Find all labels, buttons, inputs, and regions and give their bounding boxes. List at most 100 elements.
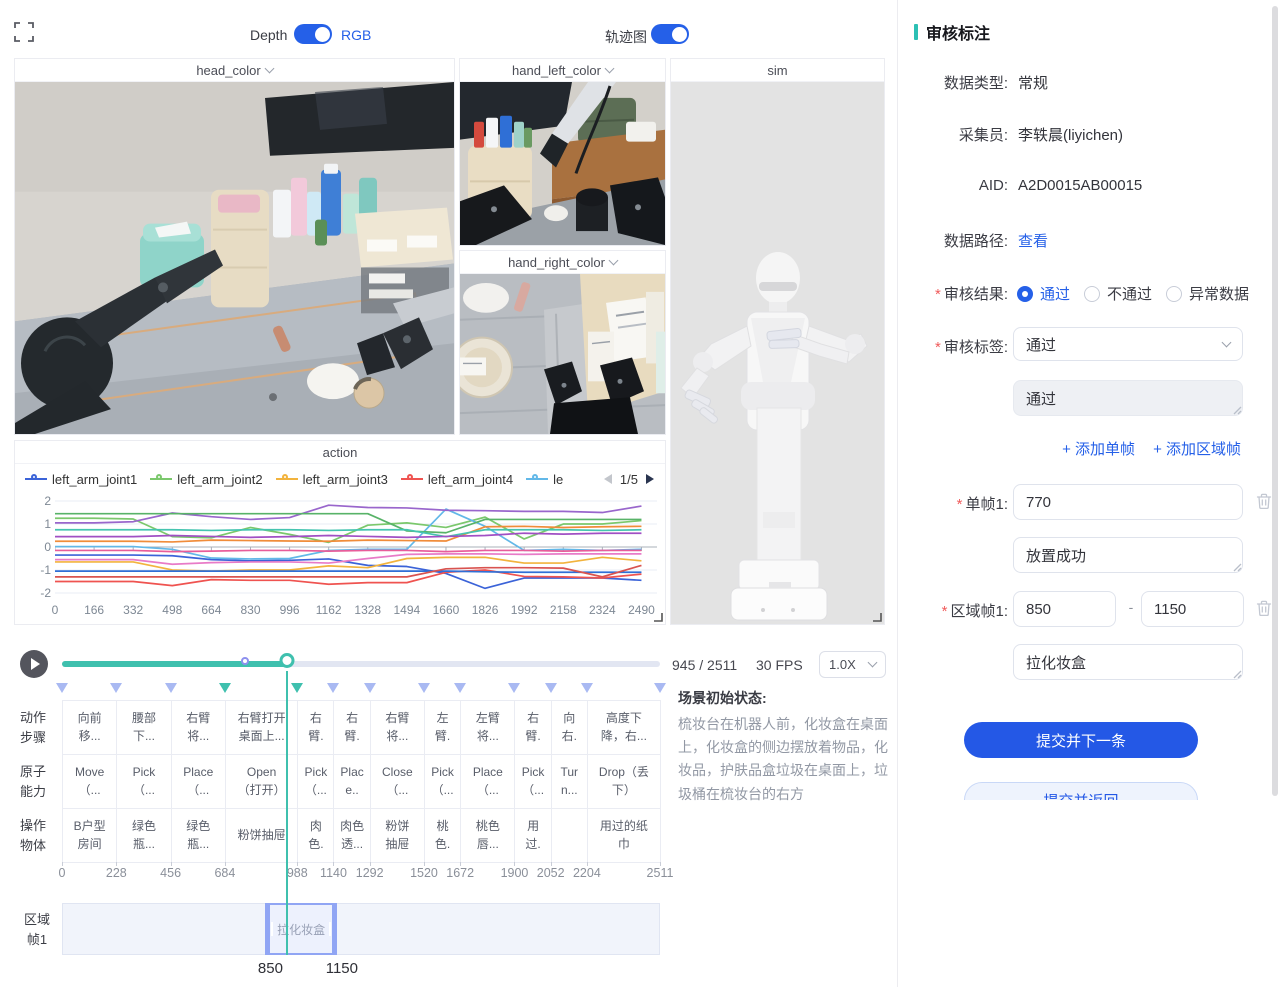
step-marker-triangle[interactable] [56,683,68,693]
chevron-down-icon [608,255,618,265]
result-radio-通过[interactable]: 通过 [1017,283,1070,304]
region-left-grip[interactable] [271,922,273,936]
legend-next-icon[interactable] [645,473,655,485]
axis-tick-label: 988 [287,866,308,880]
toggle-knob [672,27,687,42]
head-camera-header[interactable]: head_color [15,59,454,82]
required-mark: * [935,339,941,356]
step-marker-triangle[interactable] [364,683,376,693]
step-marker-triangle[interactable] [110,683,122,693]
step-cell-skill: Move （... [62,754,117,809]
step-marker-triangle[interactable] [454,683,466,693]
step-cell-action: 右 臂. [333,700,370,755]
hand-left-camera-pane: hand_left_color [459,58,666,246]
scrollbar-thumb[interactable] [1272,6,1278,796]
resize-corner-icon[interactable] [872,612,882,622]
region-end-input[interactable] [1141,591,1244,627]
accent-bar [914,24,918,40]
region-track-label: 区域 帧1 [24,910,50,950]
playback-speed-select[interactable]: 1.0X [819,651,886,678]
timeline-slider-handle[interactable] [280,653,295,668]
region-start-input[interactable] [1013,591,1116,627]
steps-row-label: 动作 步骤 [20,708,46,747]
single-frame-dot-marker[interactable] [241,657,249,665]
legend-item-left_arm_joint4[interactable]: left_arm_joint4 [401,472,513,487]
step-marker-triangle[interactable] [327,683,339,693]
timeline-slider-track[interactable] [62,661,660,667]
data-path-link[interactable]: 查看 [1018,230,1048,251]
single-frame-input[interactable] [1013,484,1243,520]
workspace: Depth RGB 轨迹图 head_color [0,0,897,987]
step-marker-triangle[interactable] [581,683,593,693]
step-marker-triangle[interactable] [418,683,430,693]
data-type-label: 数据类型: [898,72,1008,93]
step-marker-triangle[interactable] [545,683,557,693]
axis-tick-label: 2052 [537,866,565,880]
region-right-grip[interactable] [329,922,331,936]
aid-value: A2D0015AB00015 [1018,177,1142,194]
series-right_arm_joint7 [55,550,641,551]
fps-label: 30 FPS [756,657,803,673]
legend-marker-icon [401,474,423,485]
add-region-frame-link[interactable]: + 添加区域帧 [1153,438,1241,459]
action-chart-pane: action left_arm_joint1left_arm_joint2lef… [14,440,666,625]
step-marker-triangle[interactable] [219,683,231,693]
trash-icon[interactable] [1256,493,1272,510]
legend-prev-icon[interactable] [603,473,613,485]
step-cell-action: 右 臂. [514,700,551,755]
hand-left-camera-header[interactable]: hand_left_color [460,59,665,82]
tag-select[interactable]: 通过 [1013,327,1243,361]
add-frame-links: + 添加单帧 + 添加区域帧 [1062,438,1241,459]
submit-next-button[interactable]: 提交并下一条 [964,722,1198,758]
legend-item-left_arm_joint1[interactable]: left_arm_joint1 [25,472,137,487]
step-marker-triangle[interactable] [654,683,666,693]
legend-pager: 1/5 [603,472,659,487]
step-cell-action: 右 臂. [297,700,334,755]
step-cell-action: 高度下 降，右... [587,700,661,755]
chevron-down-icon [1222,337,1232,347]
axis-tick-label: 2204 [573,866,601,880]
play-button[interactable] [20,650,48,678]
step-marker-triangle[interactable] [291,683,303,693]
add-single-frame-link[interactable]: + 添加单帧 [1062,438,1135,459]
tag-note-textarea[interactable]: 通过 [1013,380,1243,416]
result-radio-group: 通过不通过异常数据 [1017,283,1249,304]
step-cell-object: 桃色 唇... [460,808,515,863]
playhead-line[interactable] [286,671,288,955]
collector-label: 采集员: [898,124,1008,145]
scene-text: 梳妆台在机器人前，化妆盒在桌面上，化妆盒的侧边摆放着物品，化妆品，护肤品盒垃圾在… [678,713,892,806]
action-chart-header: action [15,441,665,464]
result-radio-异常数据[interactable]: 异常数据 [1166,283,1249,304]
region-frame-block[interactable]: 拉化妆盒 [265,903,336,955]
sim-pane: sim [670,58,885,625]
result-radio-不通过[interactable]: 不通过 [1084,283,1152,304]
step-marker-triangle[interactable] [165,683,177,693]
trajectory-toggle[interactable] [651,24,689,44]
depth-label: Depth [250,27,287,43]
steps-table: 向前 移...腰部 下...右臂 将...右臂打开 桌面上...右 臂.右 臂.… [62,700,660,862]
single-frame-note-textarea[interactable]: 放置成功 [1013,537,1243,573]
step-marker-triangle[interactable] [508,683,520,693]
axis-tick-label: 0 [59,866,66,880]
fullscreen-icon[interactable] [14,22,34,42]
timeline-slider-fill [62,661,287,667]
aid-label: AID: [898,177,1008,194]
hand-right-camera-header[interactable]: hand_right_color [460,251,665,274]
legend-item-left_arm_joint2[interactable]: left_arm_joint2 [150,472,262,487]
region-frame-note-textarea[interactable]: 拉化妆盒 [1013,644,1243,680]
legend-items: left_arm_joint1 left_arm_joint2 left_arm_j… [25,472,576,487]
submit-return-button[interactable]: 提交并返回 [964,782,1198,800]
y-tick-label: 1 [27,517,51,531]
depth-rgb-toggle[interactable] [294,24,332,44]
legend-item-left_arm_joint3[interactable]: left_arm_joint3 [276,472,388,487]
collector-value: 李轶晨(liyichen) [1018,124,1123,145]
resize-corner-icon[interactable] [653,612,663,622]
trash-icon[interactable] [1256,600,1272,617]
required-mark: * [957,496,963,513]
legend-item-le[interactable]: le [526,472,563,487]
sim-title: sim [767,63,787,78]
x-tick-label: 498 [162,603,182,617]
x-tick-label: 1494 [394,603,421,617]
radio-icon [1166,286,1182,302]
toggle-knob [315,27,330,42]
